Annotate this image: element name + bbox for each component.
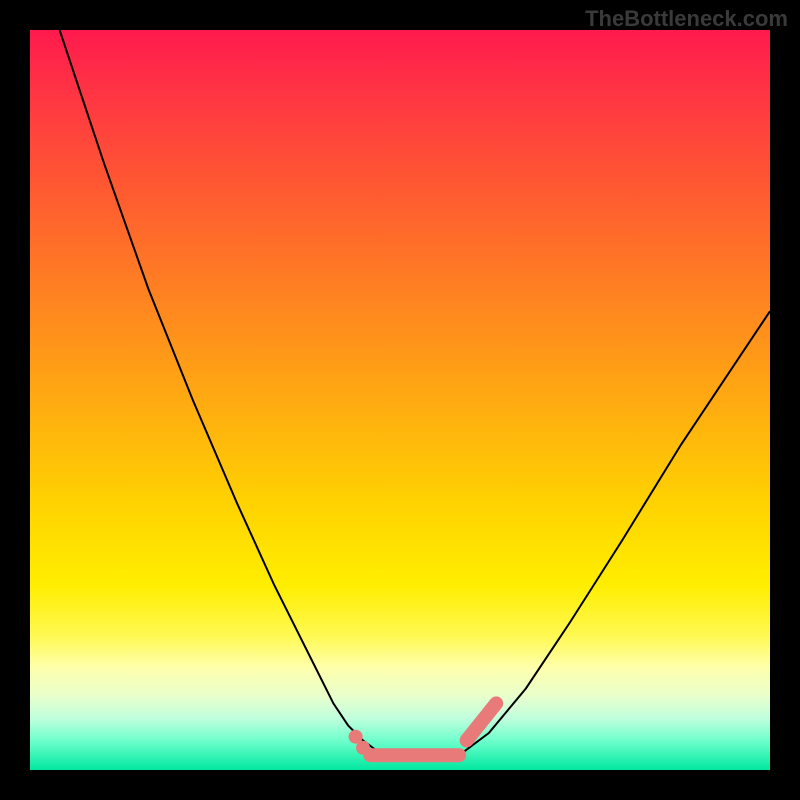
highlight-valley-right (467, 703, 497, 740)
curve-right-branch (459, 311, 770, 755)
curve-left-branch (60, 30, 393, 755)
highlight-dot (356, 741, 370, 755)
highlight-dots (349, 730, 370, 755)
chart-svg (30, 30, 770, 770)
watermark-text: TheBottleneck.com (585, 6, 788, 32)
plot-area (30, 30, 770, 770)
